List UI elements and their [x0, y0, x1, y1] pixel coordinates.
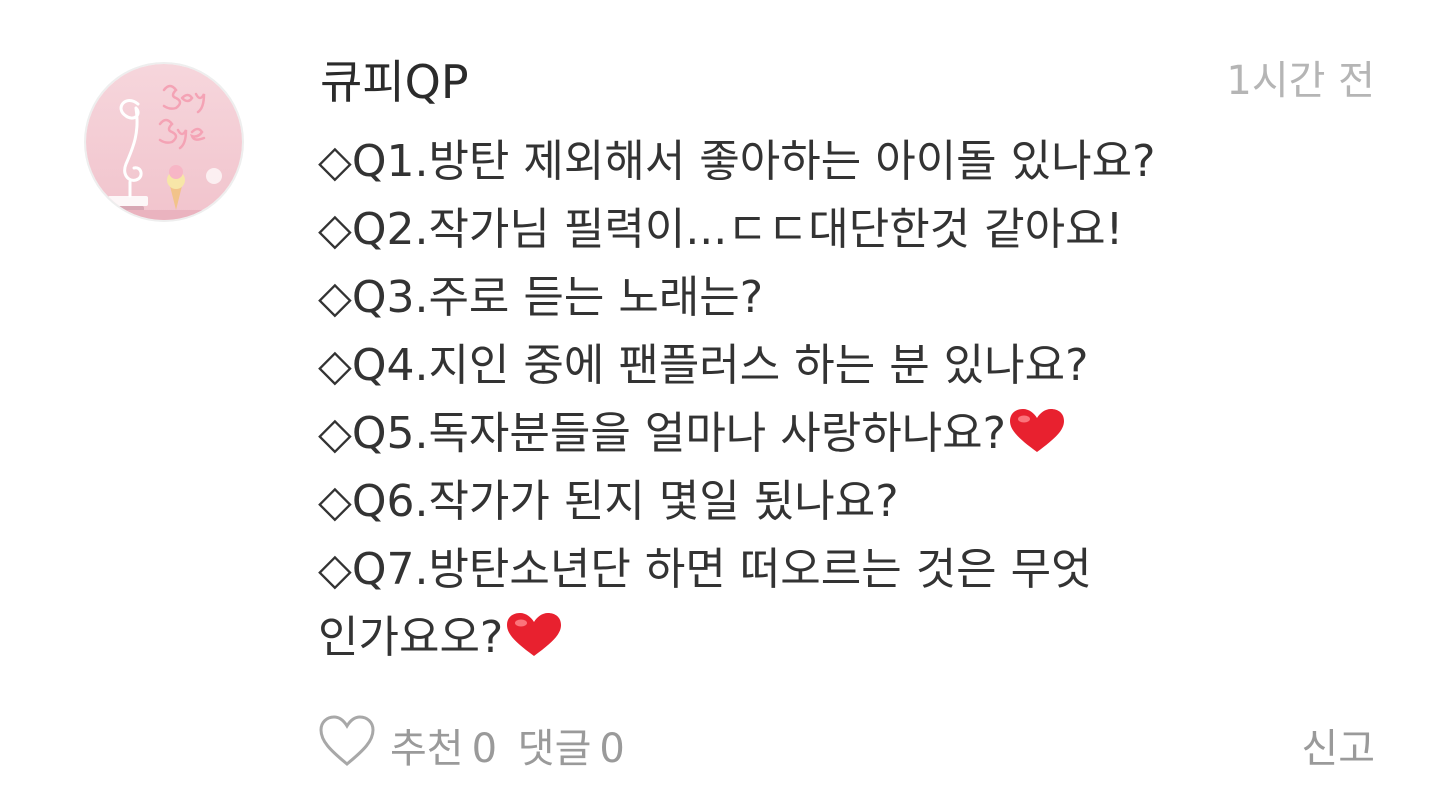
avatar[interactable]	[84, 62, 244, 222]
post-time: 1시간 전	[1226, 58, 1375, 104]
post-line-text: ◇Q5.독자분들을 얼마나 사랑하나요?	[318, 408, 1007, 459]
post-line-q4: ◇Q4.지인 중에 팬플러스 하는 분 있나요?	[318, 332, 1398, 400]
post-line-text: ◇Q3.주로 듣는 노래는?	[318, 272, 764, 323]
post-header: 큐피QP 1시간 전	[320, 40, 1375, 110]
post-line-q7-cont: 인가요오?	[318, 604, 1398, 672]
post-line-q3: ◇Q3.주로 듣는 노래는?	[318, 264, 1398, 332]
post-footer: 추천 0 댓글 0 신고	[318, 712, 1375, 772]
post-line-q1: ◇Q1.방탄 제외해서 좋아하는 아이돌 있나요?	[318, 128, 1398, 196]
recommend-label[interactable]: 추천	[390, 726, 464, 772]
report-button[interactable]: 신고	[1301, 716, 1375, 774]
post-line-text: ◇Q6.작가가 된지 몇일 됬나요?	[318, 476, 899, 527]
post-line-q6: ◇Q6.작가가 된지 몇일 됬나요?	[318, 468, 1398, 536]
post-body: ◇Q1.방탄 제외해서 좋아하는 아이돌 있나요? ◇Q2.작가님 필력이...…	[318, 128, 1398, 672]
heart-emoji-icon	[505, 610, 563, 678]
comment-label[interactable]: 댓글	[518, 726, 592, 772]
post-line-text: ◇Q7.방탄소년단 하면 떠오르는 것은 무엇	[318, 544, 1092, 595]
recommend-count: 0	[471, 726, 498, 772]
post-line-text: ◇Q2.작가님 필력이...ㄷㄷ대단한것 같아요!	[318, 204, 1124, 255]
post-line-text: ◇Q4.지인 중에 팬플러스 하는 분 있나요?	[318, 340, 1089, 391]
avatar-image	[86, 64, 242, 220]
post-line-q5: ◇Q5.독자분들을 얼마나 사랑하나요?	[318, 400, 1398, 468]
post-stats: 추천 0 댓글 0	[390, 716, 633, 774]
post-line-text: 인가요오?	[318, 612, 504, 663]
heart-emoji-icon	[1008, 406, 1066, 474]
author-name[interactable]: 큐피QP	[320, 46, 469, 112]
heart-outline-icon[interactable]	[318, 714, 376, 768]
comment-count: 0	[599, 726, 625, 772]
post-line-q2: ◇Q2.작가님 필력이...ㄷㄷ대단한것 같아요!	[318, 196, 1398, 264]
post-line-q7: ◇Q7.방탄소년단 하면 떠오르는 것은 무엇	[318, 536, 1398, 604]
post-line-text: ◇Q1.방탄 제외해서 좋아하는 아이돌 있나요?	[318, 136, 1156, 187]
